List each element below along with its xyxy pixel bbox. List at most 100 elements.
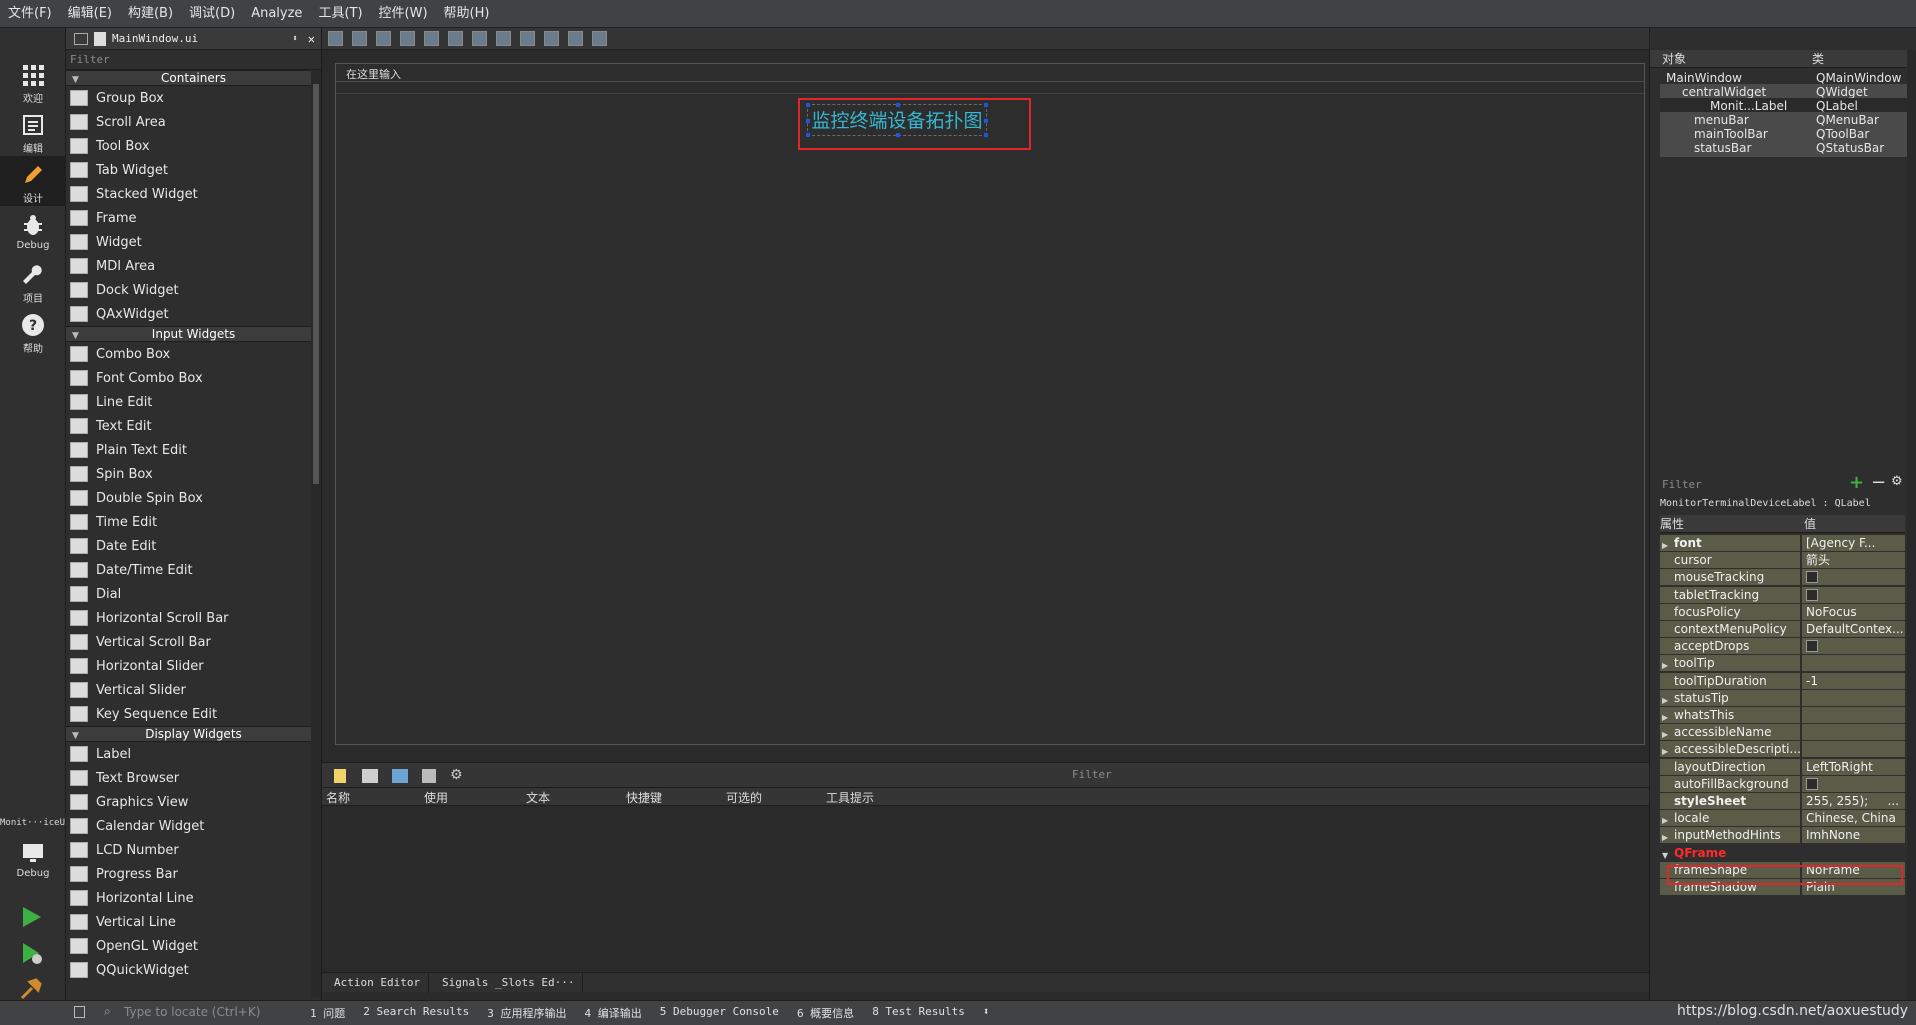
- property-value[interactable]: [1802, 724, 1905, 741]
- widget-item-plain-text-edit[interactable]: Plain Text Edit: [66, 438, 321, 462]
- widget-item-qaxwidget[interactable]: QAxWidget: [66, 302, 321, 326]
- widget-item-graphics-view[interactable]: Graphics View: [66, 790, 321, 814]
- widget-item-combo-box[interactable]: Combo Box: [66, 342, 321, 366]
- layout-vertical-icon[interactable]: [448, 31, 463, 46]
- break-layout-icon[interactable]: [568, 31, 583, 46]
- menu-help[interactable]: 帮助(H): [436, 0, 498, 28]
- object-row-statusbar[interactable]: statusBar QStatusBar: [1660, 140, 1907, 157]
- property-checkbox[interactable]: [1806, 640, 1818, 653]
- output-pane-1[interactable]: 1 问题: [310, 1005, 345, 1023]
- widget-item-frame[interactable]: Frame: [66, 206, 321, 230]
- property-row-statustip[interactable]: statusTip ▶: [1660, 689, 1905, 707]
- output-pane-7[interactable]: 8 Test Results: [872, 1005, 965, 1023]
- remove-property-icon[interactable]: −: [1871, 472, 1886, 493]
- property-checkbox[interactable]: [1806, 588, 1818, 601]
- edit-buddies-icon[interactable]: [376, 31, 391, 46]
- category-display-widgets[interactable]: ▼ Display Widgets: [66, 726, 321, 742]
- property-checkbox[interactable]: [1806, 777, 1818, 790]
- close-file-icon[interactable]: ✕: [308, 32, 315, 46]
- column-checkable[interactable]: 可选的: [726, 789, 762, 806]
- action-table-body[interactable]: [322, 806, 1649, 972]
- kit-selector[interactable]: Debug: [0, 834, 66, 884]
- widget-item-calendar-widget[interactable]: Calendar Widget: [66, 814, 321, 838]
- property-row-locale[interactable]: locale Chinese, China ▶: [1660, 810, 1905, 828]
- property-value[interactable]: 255, 255);...: [1802, 793, 1905, 809]
- menu-file[interactable]: 文件(F): [0, 0, 60, 28]
- widget-item-dial[interactable]: Dial: [66, 582, 321, 606]
- property-value[interactable]: Chinese, China: [1802, 810, 1905, 827]
- menu-debug[interactable]: 调试(D): [181, 0, 243, 28]
- widget-item-key-sequence-edit[interactable]: Key Sequence Edit: [66, 702, 321, 726]
- widget-item-text-edit[interactable]: Text Edit: [66, 414, 321, 438]
- column-used[interactable]: 使用: [424, 789, 448, 806]
- widget-item-vertical-slider[interactable]: Vertical Slider: [66, 678, 321, 702]
- action-filter-input[interactable]: Filter: [1068, 768, 1648, 784]
- widget-item-widget[interactable]: Widget: [66, 230, 321, 254]
- header-class[interactable]: 类: [1812, 50, 1824, 68]
- property-value[interactable]: [1802, 569, 1905, 586]
- property-row-acceptdrops[interactable]: acceptDrops: [1660, 638, 1905, 656]
- widget-item-qquickwidget[interactable]: QQuickWidget: [66, 958, 321, 982]
- layout-horizontal-icon[interactable]: [424, 31, 439, 46]
- property-value[interactable]: 箭头: [1802, 552, 1905, 569]
- widget-item-label[interactable]: Label: [66, 742, 321, 766]
- widget-item-opengl-widget[interactable]: OpenGL Widget: [66, 934, 321, 958]
- header-object[interactable]: 对象: [1662, 50, 1686, 68]
- property-config-icon[interactable]: ⚙: [1891, 474, 1903, 489]
- mode-debug[interactable]: Debug: [0, 206, 66, 256]
- tab-signals-slots[interactable]: Signals _Slots Ed···: [434, 973, 584, 993]
- run-icon[interactable]: [18, 904, 44, 930]
- property-row-tooltipduration[interactable]: toolTipDuration -1: [1660, 672, 1905, 690]
- property-value[interactable]: ImhNone: [1802, 827, 1905, 844]
- widget-item-lcd-number[interactable]: LCD Number: [66, 838, 321, 862]
- property-value[interactable]: DefaultContex...: [1802, 621, 1905, 637]
- new-action-icon[interactable]: [334, 769, 346, 783]
- widget-filter-input[interactable]: Filter: [66, 50, 321, 70]
- tab-action-editor[interactable]: Action Editor: [326, 973, 430, 993]
- property-row-contextmenupolicy[interactable]: contextMenuPolicy DefaultContex...: [1660, 621, 1905, 638]
- widget-item-progress-bar[interactable]: Progress Bar: [66, 862, 321, 886]
- widget-item-mdi-area[interactable]: MDI Area: [66, 254, 321, 278]
- property-row-focuspolicy[interactable]: focusPolicy NoFocus: [1660, 603, 1905, 621]
- widget-item-horizontal-slider[interactable]: Horizontal Slider: [66, 654, 321, 678]
- debug-run-icon[interactable]: [18, 940, 44, 966]
- widget-item-spin-box[interactable]: Spin Box: [66, 462, 321, 486]
- toggle-sidebar-icon[interactable]: [74, 1006, 85, 1018]
- layout-v-splitter-icon[interactable]: [496, 31, 511, 46]
- property-row-mousetracking[interactable]: mouseTracking: [1660, 569, 1905, 587]
- widget-item-date-edit[interactable]: Date Edit: [66, 534, 321, 558]
- menu-tools[interactable]: 工具(T): [310, 0, 370, 28]
- property-value[interactable]: [1802, 707, 1905, 723]
- mode-projects[interactable]: 项目: [0, 256, 66, 306]
- widget-item-double-spin-box[interactable]: Double Spin Box: [66, 486, 321, 510]
- property-row-accessiblename[interactable]: accessibleName ▶: [1660, 724, 1905, 742]
- layout-grid-icon[interactable]: [544, 31, 559, 46]
- widget-item-stacked-widget[interactable]: Stacked Widget: [66, 182, 321, 206]
- column-text[interactable]: 文本: [526, 789, 550, 806]
- form-toolbar-area[interactable]: [336, 82, 1644, 94]
- column-tooltip[interactable]: 工具提示: [826, 789, 874, 806]
- edit-widgets-icon[interactable]: [328, 31, 343, 46]
- open-file-name[interactable]: MainWindow.ui: [112, 32, 292, 45]
- property-row-accessibledescripti-[interactable]: accessibleDescripti... ▶: [1660, 741, 1905, 759]
- output-pane-3[interactable]: 3 应用程序输出: [487, 1005, 566, 1023]
- property-row-whatsthis[interactable]: whatsThis ▶: [1660, 707, 1905, 724]
- configure-icon[interactable]: ⚙: [450, 767, 463, 783]
- widget-item-line-edit[interactable]: Line Edit: [66, 390, 321, 414]
- widget-item-text-browser[interactable]: Text Browser: [66, 766, 321, 790]
- property-row-qframe[interactable]: QFrame ▼: [1660, 844, 1905, 862]
- menu-widgets[interactable]: 控件(W): [371, 0, 436, 28]
- menu-build[interactable]: 构建(B): [120, 0, 181, 28]
- property-checkbox[interactable]: [1806, 571, 1818, 584]
- column-shortcut[interactable]: 快捷键: [626, 789, 662, 806]
- property-value[interactable]: [1802, 586, 1905, 603]
- property-filter-input[interactable]: Filter: [1660, 476, 1905, 496]
- property-value[interactable]: LeftToRight: [1802, 758, 1905, 775]
- property-row-layoutdirection[interactable]: layoutDirection LeftToRight: [1660, 758, 1905, 776]
- widget-item-tool-box[interactable]: Tool Box: [66, 134, 321, 158]
- edit-tab-order-icon[interactable]: [400, 31, 415, 46]
- output-pane-6[interactable]: 6 概要信息: [797, 1005, 854, 1023]
- locate-input[interactable]: Type to locate (Ctrl+K): [124, 1005, 260, 1019]
- widget-item-dock-widget[interactable]: Dock Widget: [66, 278, 321, 302]
- widget-item-tab-widget[interactable]: Tab Widget: [66, 158, 321, 182]
